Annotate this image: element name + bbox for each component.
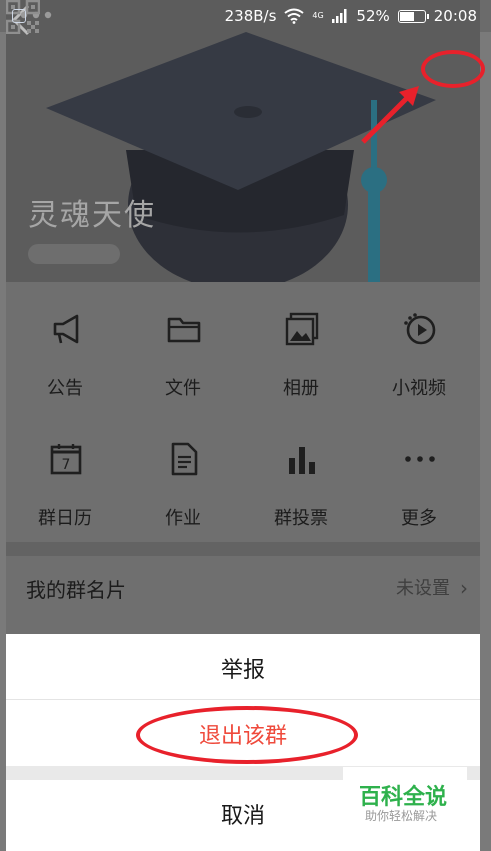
wifi-icon [284,8,305,24]
function-calendar[interactable]: 7 群日历 [6,418,124,538]
member-list-preview [6,618,480,634]
megaphone-icon [53,314,79,344]
function-label: 相册 [283,378,319,399]
signal-icon [332,9,347,23]
section-divider [6,542,480,556]
function-label: 小视频 [392,378,446,399]
photo-album-icon [285,312,319,346]
network-type: 4G [312,11,324,20]
my-group-card-title: 我的群名片 [26,578,126,602]
clock: 20:08 [433,7,477,25]
function-files[interactable]: 文件 [124,288,242,408]
battery-percent: 52% [356,7,390,25]
watermark-subtitle: 助你轻松解决 [365,809,438,823]
notification-app-icon [12,9,26,23]
function-label: 公告 [47,378,83,399]
sheet-divider [6,699,480,700]
function-label: 作业 [165,508,201,529]
document-icon [171,442,198,476]
function-label: 文件 [165,378,201,399]
function-album[interactable]: 相册 [242,288,360,408]
report-button[interactable]: 举报 [6,652,480,684]
bar-chart-icon [289,447,315,474]
function-vote[interactable]: 群投票 [242,418,360,538]
more-dots-icon [405,456,435,462]
calendar-icon: 7 [50,444,82,475]
function-more[interactable]: 更多 [360,418,478,538]
blurred-group-id [28,244,120,264]
annotation-arrow-icon [361,86,419,144]
function-label: 群日历 [38,508,92,529]
network-speed: 238B/s [224,7,277,25]
function-label: 群投票 [274,508,328,529]
group-function-grid: 公告 文件 相册 小视频 7 群日历 作业 群投票 更多 [6,282,480,542]
function-short-video[interactable]: 小视频 [360,288,478,408]
function-announcement[interactable]: 公告 [6,288,124,408]
battery-icon [397,9,429,23]
function-label: 更多 [401,508,437,529]
my-group-card-value: 未设置 [396,578,450,599]
function-homework[interactable]: 作业 [124,418,242,538]
background-edge-right [480,32,491,851]
chevron-right-icon: › [460,576,468,600]
video-icon [404,313,436,345]
watermark: 百科全说 助你轻松解决 [343,767,467,829]
annotation-circle-quit [136,706,358,764]
folder-icon [167,317,201,343]
annotation-circle-more [421,50,485,88]
my-group-card-row[interactable]: 我的群名片 未设置 › [6,556,480,618]
status-bar: 238B/s 4G 52% 20:08 [0,0,491,32]
group-name: 灵魂天使 [28,198,156,233]
svg-text:7: 7 [62,457,71,473]
